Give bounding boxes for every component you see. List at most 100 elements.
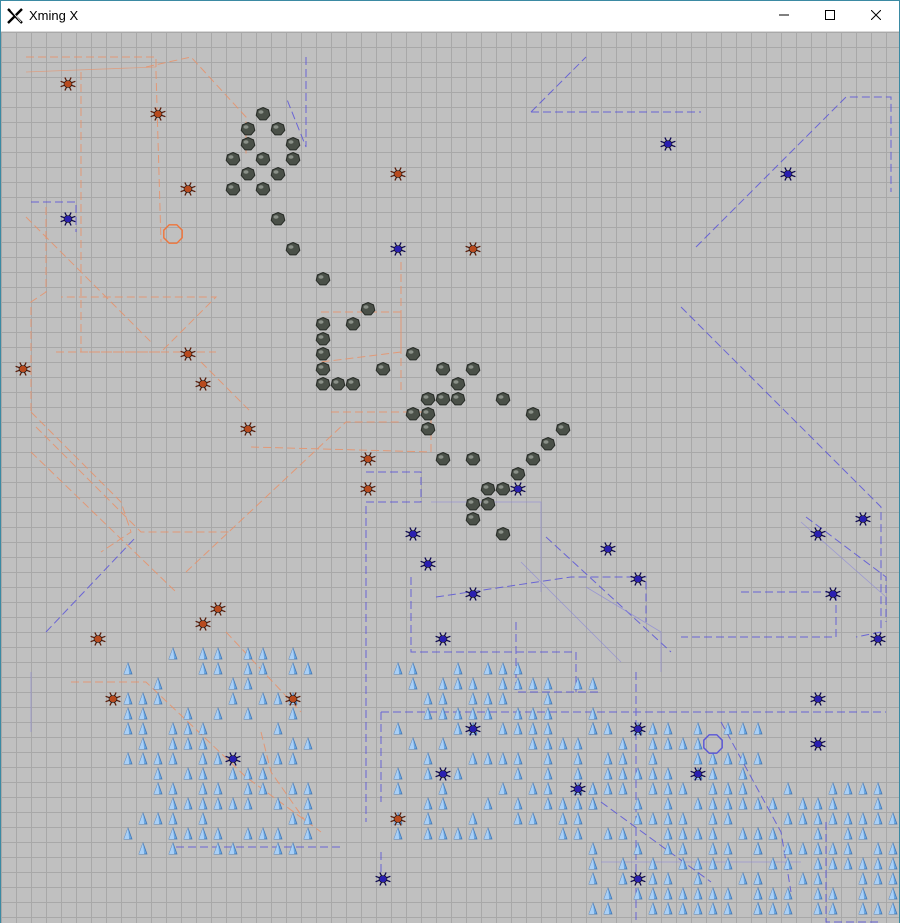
crystal-icon[interactable] — [213, 646, 223, 660]
crystal-icon[interactable] — [453, 676, 463, 690]
crystal-icon[interactable] — [183, 736, 193, 750]
crystal-icon[interactable] — [603, 751, 613, 765]
crystal-icon[interactable] — [228, 676, 238, 690]
crystal-icon[interactable] — [843, 826, 853, 840]
crystal-icon[interactable] — [753, 871, 763, 885]
crystal-icon[interactable] — [633, 766, 643, 780]
crystal-icon[interactable] — [138, 721, 148, 735]
crystal-icon[interactable] — [588, 676, 598, 690]
crystal-icon[interactable] — [513, 751, 523, 765]
crystal-icon[interactable] — [708, 826, 718, 840]
crystal-icon[interactable] — [438, 781, 448, 795]
crystal-icon[interactable] — [648, 766, 658, 780]
crystal-icon[interactable] — [153, 691, 163, 705]
crystal-icon[interactable] — [153, 811, 163, 825]
crystal-icon[interactable] — [783, 781, 793, 795]
crystal-icon[interactable] — [633, 886, 643, 900]
crystal-icon[interactable] — [663, 826, 673, 840]
crystal-icon[interactable] — [438, 691, 448, 705]
crystal-icon[interactable] — [843, 856, 853, 870]
crystal-icon[interactable] — [543, 766, 553, 780]
rock-icon[interactable] — [480, 481, 496, 496]
crystal-icon[interactable] — [228, 841, 238, 855]
crystal-icon[interactable] — [243, 826, 253, 840]
crystal-icon[interactable] — [573, 826, 583, 840]
crystal-icon[interactable] — [198, 766, 208, 780]
crystal-icon[interactable] — [798, 841, 808, 855]
crystal-icon[interactable] — [528, 781, 538, 795]
crystal-icon[interactable] — [498, 721, 508, 735]
crystal-icon[interactable] — [693, 796, 703, 810]
crystal-icon[interactable] — [648, 751, 658, 765]
crystal-icon[interactable] — [588, 721, 598, 735]
crystal-icon[interactable] — [663, 796, 673, 810]
crystal-icon[interactable] — [513, 721, 523, 735]
crystal-icon[interactable] — [153, 781, 163, 795]
crystal-icon[interactable] — [738, 751, 748, 765]
orange-unit-icon[interactable] — [60, 77, 76, 91]
crystal-icon[interactable] — [198, 721, 208, 735]
crystal-icon[interactable] — [468, 691, 478, 705]
blue-unit-icon[interactable] — [810, 692, 826, 706]
crystal-icon[interactable] — [543, 796, 553, 810]
orange-unit-icon[interactable] — [390, 167, 406, 181]
crystal-icon[interactable] — [753, 901, 763, 915]
crystal-icon[interactable] — [228, 766, 238, 780]
rock-icon[interactable] — [465, 496, 481, 511]
crystal-icon[interactable] — [858, 871, 868, 885]
crystal-icon[interactable] — [693, 856, 703, 870]
crystal-icon[interactable] — [858, 826, 868, 840]
crystal-icon[interactable] — [573, 796, 583, 810]
rock-icon[interactable] — [465, 361, 481, 376]
crystal-icon[interactable] — [393, 781, 403, 795]
crystal-icon[interactable] — [423, 826, 433, 840]
rock-icon[interactable] — [240, 121, 256, 136]
crystal-icon[interactable] — [498, 676, 508, 690]
crystal-icon[interactable] — [213, 796, 223, 810]
crystal-icon[interactable] — [558, 826, 568, 840]
crystal-icon[interactable] — [513, 706, 523, 720]
crystal-icon[interactable] — [513, 676, 523, 690]
crystal-icon[interactable] — [393, 721, 403, 735]
crystal-icon[interactable] — [708, 796, 718, 810]
crystal-icon[interactable] — [273, 751, 283, 765]
rock-icon[interactable] — [435, 391, 451, 406]
crystal-icon[interactable] — [198, 736, 208, 750]
blue-unit-icon[interactable] — [405, 527, 421, 541]
crystal-icon[interactable] — [288, 706, 298, 720]
crystal-icon[interactable] — [708, 841, 718, 855]
crystal-icon[interactable] — [198, 781, 208, 795]
crystal-icon[interactable] — [708, 781, 718, 795]
crystal-icon[interactable] — [438, 826, 448, 840]
blue-unit-icon[interactable] — [390, 242, 406, 256]
crystal-icon[interactable] — [303, 811, 313, 825]
crystal-icon[interactable] — [723, 856, 733, 870]
rock-icon[interactable] — [255, 151, 271, 166]
crystal-icon[interactable] — [468, 751, 478, 765]
crystal-icon[interactable] — [888, 871, 898, 885]
crystal-icon[interactable] — [123, 706, 133, 720]
orange-unit-icon[interactable] — [105, 692, 121, 706]
crystal-icon[interactable] — [783, 841, 793, 855]
crystal-icon[interactable] — [468, 811, 478, 825]
crystal-icon[interactable] — [288, 841, 298, 855]
crystal-icon[interactable] — [528, 706, 538, 720]
crystal-icon[interactable] — [813, 811, 823, 825]
crystal-icon[interactable] — [558, 796, 568, 810]
crystal-icon[interactable] — [723, 841, 733, 855]
crystal-icon[interactable] — [813, 886, 823, 900]
crystal-icon[interactable] — [498, 691, 508, 705]
crystal-icon[interactable] — [453, 766, 463, 780]
crystal-icon[interactable] — [468, 826, 478, 840]
crystal-icon[interactable] — [618, 766, 628, 780]
crystal-icon[interactable] — [693, 721, 703, 735]
crystal-icon[interactable] — [168, 781, 178, 795]
crystal-icon[interactable] — [828, 901, 838, 915]
crystal-icon[interactable] — [648, 811, 658, 825]
crystal-icon[interactable] — [213, 841, 223, 855]
crystal-icon[interactable] — [483, 826, 493, 840]
crystal-icon[interactable] — [693, 901, 703, 915]
crystal-icon[interactable] — [708, 856, 718, 870]
crystal-icon[interactable] — [438, 736, 448, 750]
crystal-icon[interactable] — [258, 826, 268, 840]
